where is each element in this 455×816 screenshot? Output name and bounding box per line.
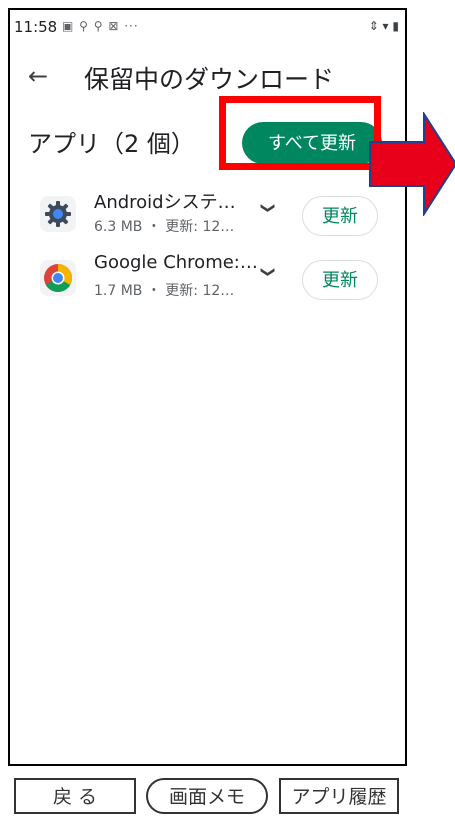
status-time: 11:58 <box>14 18 58 36</box>
section-title: アプリ（2 個） <box>28 130 195 158</box>
update-button[interactable]: 更新 <box>302 196 378 236</box>
app-row[interactable]: Google Chrome:… 1.7 MB ・ 更新: 12… ❯ 更新 <box>10 250 405 306</box>
app-row[interactable]: Androidシステ… 6.3 MB ・ 更新: 12… ❯ 更新 <box>10 186 405 242</box>
app-history-button[interactable]: アプリ履歴 <box>279 778 399 814</box>
back-button[interactable]: 戻 る <box>14 778 136 814</box>
app-name: Androidシステ… <box>94 192 236 213</box>
screen-memo-button[interactable]: 画面メモ <box>146 778 268 814</box>
status-bar: 11:58 ▣ ⚲ ⚲ ⊠ ··· ⇕ ▾ ▮ <box>10 10 405 44</box>
app-meta: 1.7 MB ・ 更新: 12… <box>94 283 235 299</box>
chrome-icon <box>40 260 76 296</box>
gear-icon <box>40 196 76 232</box>
highlight-box <box>219 96 381 170</box>
app-name: Google Chrome:… <box>94 252 258 273</box>
back-arrow-icon[interactable]: ← <box>28 64 48 88</box>
system-status-icons: ⇕ ▾ ▮ <box>368 19 399 33</box>
chevron-down-icon[interactable]: ❯ <box>260 266 276 278</box>
right-arrow-icon <box>369 112 455 216</box>
notification-icons: ▣ ⚲ ⚲ ⊠ ··· <box>62 19 139 33</box>
bottom-nav: 戻 る 画面メモ アプリ履歴 <box>0 774 455 816</box>
page-title: 保留中のダウンロード <box>84 65 335 94</box>
app-meta: 6.3 MB ・ 更新: 12… <box>94 219 235 235</box>
update-button[interactable]: 更新 <box>302 260 378 300</box>
chevron-down-icon[interactable]: ❯ <box>260 202 276 214</box>
